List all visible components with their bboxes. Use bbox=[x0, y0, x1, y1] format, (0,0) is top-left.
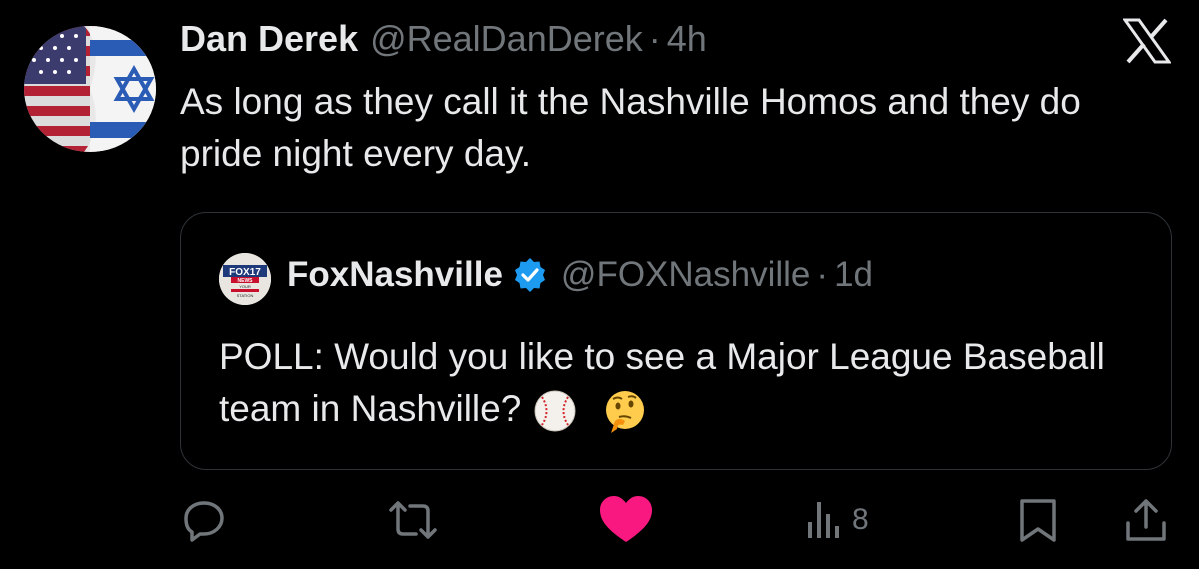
views-icon bbox=[808, 502, 839, 538]
bookmark-icon bbox=[1020, 499, 1056, 542]
tweet-text: As long as they call it the Nashville Ho… bbox=[180, 81, 1081, 174]
x-logo-icon bbox=[1122, 18, 1172, 64]
views-count: 8 bbox=[852, 503, 869, 536]
svg-text:STATION: STATION bbox=[237, 293, 254, 298]
quoted-author-handle[interactable]: @FOXNashville bbox=[561, 255, 810, 295]
like-icon bbox=[600, 496, 652, 542]
separator-dot: · bbox=[648, 18, 661, 59]
tweet-header: Dan Derek @RealDanDerek · 4h bbox=[180, 18, 707, 66]
tweet-action-bar: 8 bbox=[0, 492, 1199, 552]
reply-icon bbox=[184, 501, 224, 542]
reply-button[interactable] bbox=[180, 492, 228, 548]
retweet-icon bbox=[389, 501, 437, 539]
share-button[interactable] bbox=[1124, 492, 1168, 548]
bookmark-button[interactable] bbox=[1018, 492, 1058, 548]
flag-avatar-image bbox=[24, 26, 156, 152]
tweet-timestamp[interactable]: 4h bbox=[667, 18, 707, 60]
quoted-tweet-header: FoxNashville @FOXNashville · 1d bbox=[287, 255, 873, 295]
separator-dot: · bbox=[816, 255, 829, 294]
quoted-tweet-card[interactable]: FOX17 NEWS YOUR STATION FoxNashville @FO… bbox=[180, 212, 1172, 470]
quoted-tweet-text-content: POLL: Would you like to see a Major Leag… bbox=[219, 336, 1105, 429]
verified-badge-icon[interactable] bbox=[513, 258, 547, 292]
author-handle[interactable]: @RealDanDerek bbox=[370, 18, 643, 60]
retweet-button[interactable] bbox=[388, 492, 438, 548]
fox17-logo-icon: FOX17 NEWS YOUR STATION bbox=[219, 253, 271, 305]
baseball-emoji bbox=[534, 390, 576, 432]
like-button[interactable] bbox=[596, 492, 656, 548]
author-avatar[interactable] bbox=[24, 26, 156, 152]
quoted-tweet-timestamp[interactable]: 1d bbox=[834, 255, 873, 295]
svg-text:YOUR: YOUR bbox=[239, 284, 251, 289]
views-button[interactable]: 8 bbox=[806, 492, 869, 548]
author-name[interactable]: Dan Derek bbox=[180, 18, 358, 60]
quoted-author-avatar[interactable]: FOX17 NEWS YOUR STATION bbox=[219, 253, 271, 305]
quoted-author-name[interactable]: FoxNashville bbox=[287, 255, 503, 295]
svg-text:FOX17: FOX17 bbox=[229, 267, 261, 278]
quoted-tweet-text: POLL: Would you like to see a Major Leag… bbox=[219, 331, 1139, 435]
thinking-face-emoji bbox=[606, 391, 645, 434]
share-icon bbox=[1126, 499, 1166, 541]
